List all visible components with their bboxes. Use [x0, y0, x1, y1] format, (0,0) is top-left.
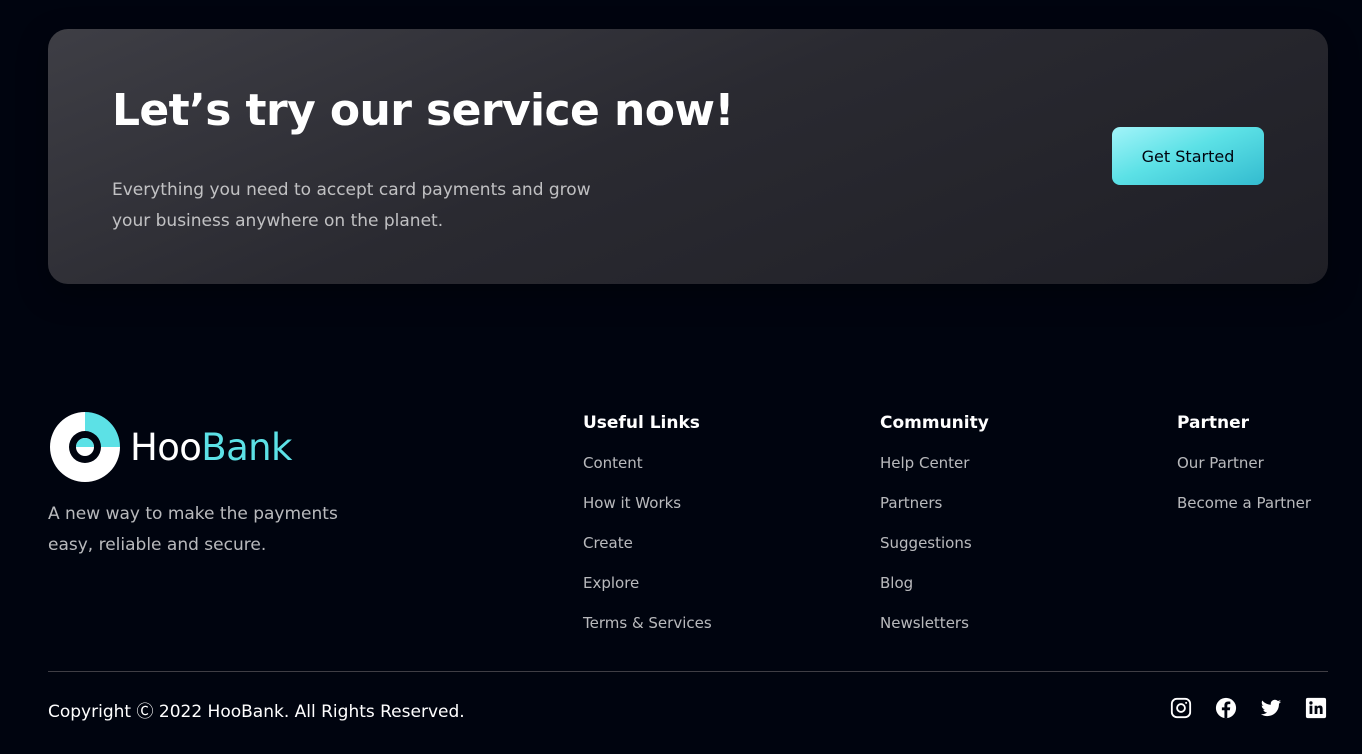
footer-link-content[interactable]: Content — [583, 453, 712, 493]
footer-link-blog[interactable]: Blog — [880, 573, 989, 613]
cta-title: Let’s try our service now! — [112, 85, 734, 136]
footer-tagline: A new way to make the payments easy, rel… — [48, 504, 338, 555]
footer-link-list: Help Center Partners Suggestions Blog Ne… — [880, 453, 989, 653]
cta-banner: Let’s try our service now! Everything yo… — [48, 29, 1328, 284]
copyright-text: Copyright Ⓒ 2022 HooBank. All Rights Res… — [48, 702, 465, 722]
logo-wordmark: HooBank — [130, 426, 292, 469]
facebook-icon[interactable] — [1215, 697, 1237, 719]
footer-link-how-it-works[interactable]: How it Works — [583, 493, 712, 533]
footer-divider — [48, 671, 1328, 672]
footer-link-create[interactable]: Create — [583, 533, 712, 573]
footer-link-suggestions[interactable]: Suggestions — [880, 533, 989, 573]
logo-text-hoo: Hoo — [130, 425, 202, 469]
twitter-icon[interactable] — [1260, 697, 1282, 719]
logo-text-bank: Bank — [201, 425, 292, 469]
footer-column-useful-links: Useful Links Content How it Works Create… — [583, 413, 712, 653]
footer-column-community: Community Help Center Partners Suggestio… — [880, 413, 989, 653]
linkedin-icon[interactable] — [1305, 697, 1327, 719]
footer-link-terms-services[interactable]: Terms & Services — [583, 613, 712, 653]
footer-link-our-partner[interactable]: Our Partner — [1177, 453, 1311, 493]
footer-link-partners[interactable]: Partners — [880, 493, 989, 533]
footer-link-list: Content How it Works Create Explore Term… — [583, 453, 712, 653]
footer-link-become-partner[interactable]: Become a Partner — [1177, 493, 1311, 533]
instagram-icon[interactable] — [1170, 697, 1192, 719]
footer-link-list: Our Partner Become a Partner — [1177, 453, 1311, 533]
cta-description: Everything you need to accept card payme… — [112, 180, 591, 231]
footer-column-title: Useful Links — [583, 413, 700, 433]
hoobank-logo-icon — [50, 412, 120, 482]
footer-column-partner: Partner Our Partner Become a Partner — [1177, 413, 1311, 533]
get-started-button[interactable]: Get Started — [1112, 127, 1264, 185]
footer-link-help-center[interactable]: Help Center — [880, 453, 989, 493]
footer-column-title: Community — [880, 413, 989, 433]
footer-link-newsletters[interactable]: Newsletters — [880, 613, 989, 653]
footer-link-explore[interactable]: Explore — [583, 573, 712, 613]
social-links — [1170, 697, 1327, 719]
footer-column-title: Partner — [1177, 413, 1250, 433]
hoobank-logo[interactable]: HooBank — [48, 410, 292, 484]
